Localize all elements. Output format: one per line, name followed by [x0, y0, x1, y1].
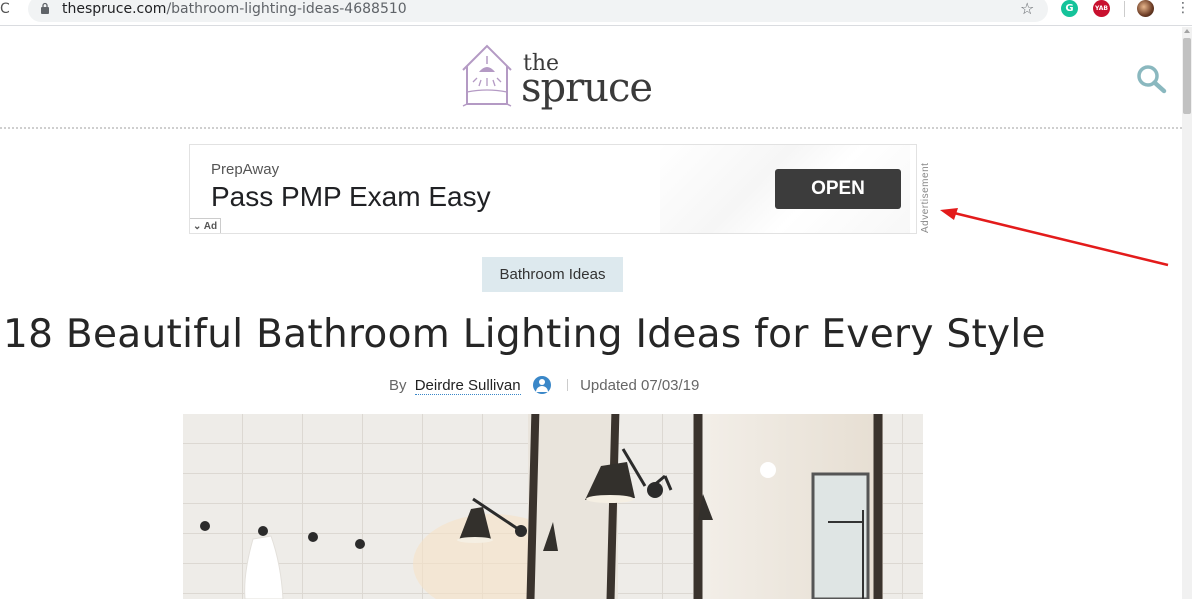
profile-avatar[interactable]	[1137, 0, 1154, 17]
browser-menu-icon[interactable]: ⋮	[1176, 0, 1190, 16]
ad-choices-badge[interactable]: ⌄ Ad	[190, 218, 222, 233]
byline: By Deirdre Sullivan Updated 07/03/19	[389, 376, 700, 395]
ad-badge-label: Ad	[203, 221, 218, 232]
lock-icon[interactable]	[40, 2, 50, 14]
reload-icon[interactable]: C	[0, 0, 10, 18]
byline-separator	[566, 379, 568, 391]
spruce-house-logo-icon[interactable]	[459, 42, 515, 108]
author-profile-icon[interactable]	[532, 376, 551, 394]
search-icon[interactable]	[1136, 64, 1168, 94]
header-divider	[0, 127, 1182, 129]
annotation-arrow	[940, 208, 1169, 267]
logo-text-spruce[interactable]: spruce	[521, 66, 653, 110]
ad-headline[interactable]: Pass PMP Exam Easy	[211, 181, 491, 213]
advertisement-banner[interactable]: PrepAway Pass PMP Exam Easy OPEN ⌄ Ad	[189, 144, 917, 234]
yab-icon[interactable]: YAB	[1093, 0, 1110, 17]
url-text[interactable]: thespruce.com/bathroom-lighting-ideas-46…	[62, 0, 407, 18]
url-path: /bathroom-lighting-ideas-4688510	[166, 1, 407, 17]
byline-prefix: By	[389, 377, 407, 394]
updated-date: Updated 07/03/19	[580, 377, 700, 394]
scroll-up-arrow-icon[interactable]	[1184, 29, 1190, 33]
hero-image[interactable]	[183, 414, 923, 599]
category-tag[interactable]: Bathroom Ideas	[482, 257, 623, 292]
ad-brand[interactable]: PrepAway	[211, 161, 279, 178]
bookmark-star-icon[interactable]: ☆	[1020, 0, 1034, 18]
url-host: thespruce.com	[62, 1, 167, 17]
chevron-down-icon: ⌄	[193, 221, 204, 232]
scrollbar-thumb[interactable]	[1183, 38, 1191, 114]
toolbar-divider	[1124, 1, 1125, 17]
browser-toolbar: C thespruce.com/bathroom-lighting-ideas-…	[0, 0, 1192, 26]
article-title: 18 Beautiful Bathroom Lighting Ideas for…	[3, 312, 1046, 357]
ad-open-button[interactable]: OPEN	[775, 169, 901, 209]
author-link[interactable]: Deirdre Sullivan	[414, 377, 521, 395]
grammarly-icon[interactable]: G	[1061, 0, 1078, 17]
